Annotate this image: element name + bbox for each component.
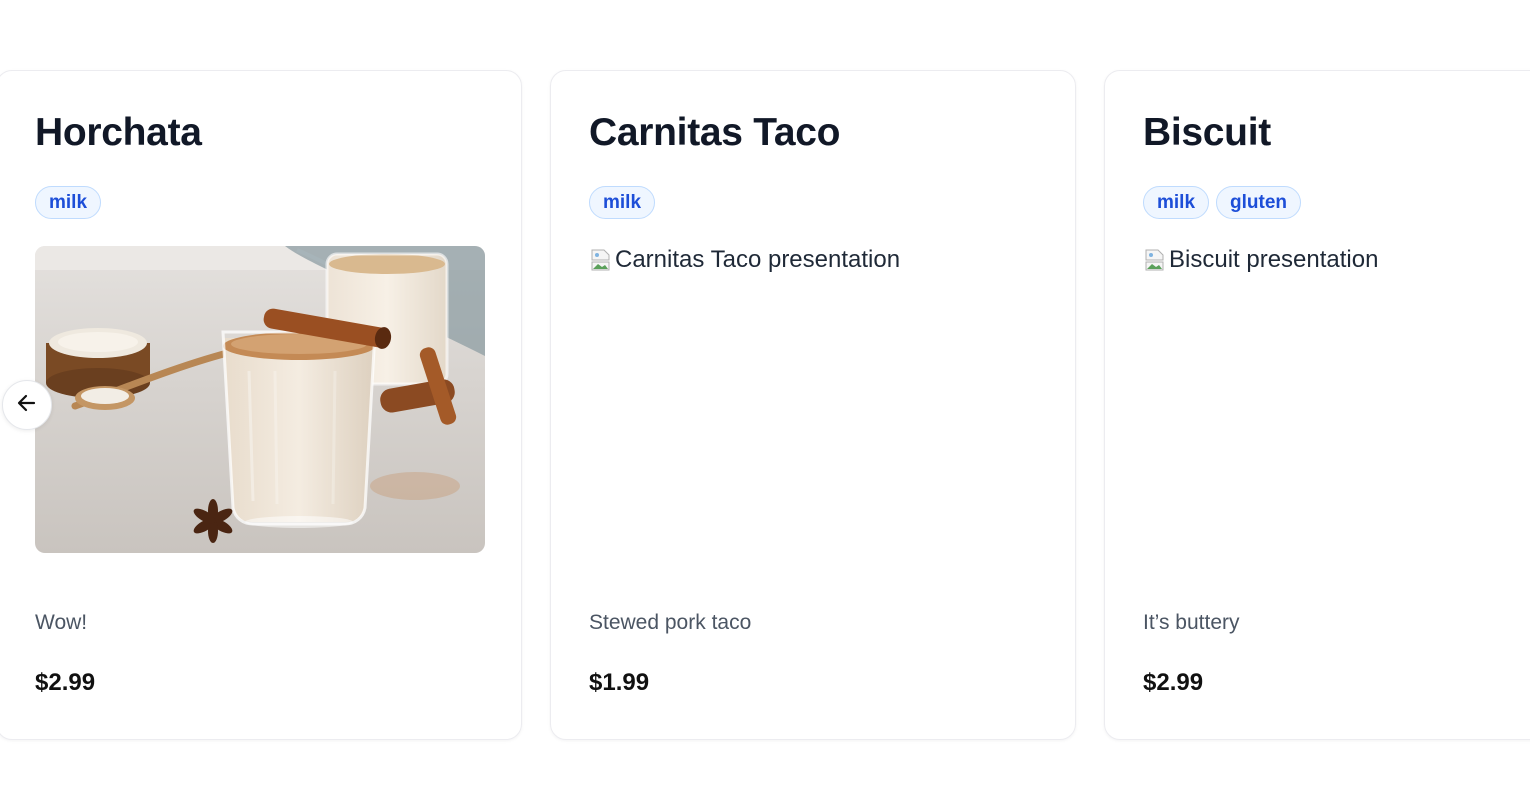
card-price: $2.99 [1143,669,1204,696]
carnitas-taco-image: Carnitas Taco presentation [589,246,900,274]
allergen-tag-milk: milk [1143,186,1210,219]
broken-image-icon [589,248,613,272]
card-description: It’s buttery [1143,611,1240,634]
image-alt-text: Carnitas Taco presentation [615,246,901,273]
biscuit-image: Biscuit presentation [1143,246,1378,274]
menu-item-card-biscuit[interactable]: Biscuit milk gluten Biscuit presentation… [1104,70,1530,740]
card-title: Horchata [35,111,202,154]
allergen-tag-milk: milk [35,186,102,219]
image-alt-text: Biscuit presentation [1169,246,1379,273]
allergen-tags: milk gluten [1143,186,1302,219]
carousel-prev-button[interactable] [2,380,52,430]
card-price: $2.99 [35,669,96,696]
menu-carousel: Horchata milk Wow! $2.99 Carnitas Taco m… [0,0,1530,804]
card-title: Biscuit [1143,111,1271,154]
arrow-left-icon [16,392,38,419]
card-price: $1.99 [589,669,650,696]
allergen-tag-gluten: gluten [1216,186,1302,219]
card-title: Carnitas Taco [589,111,841,154]
menu-item-card-horchata[interactable]: Horchata milk Wow! $2.99 [0,70,522,740]
horchata-photo [35,246,485,553]
allergen-tag-milk: milk [589,186,656,219]
broken-image-icon [1143,248,1167,272]
allergen-tags: milk [589,186,656,219]
card-description: Stewed pork taco [589,611,752,634]
menu-item-card-carnitas-taco[interactable]: Carnitas Taco milk Carnitas Taco present… [550,70,1076,740]
allergen-tags: milk [35,186,102,219]
card-description: Wow! [35,611,88,634]
